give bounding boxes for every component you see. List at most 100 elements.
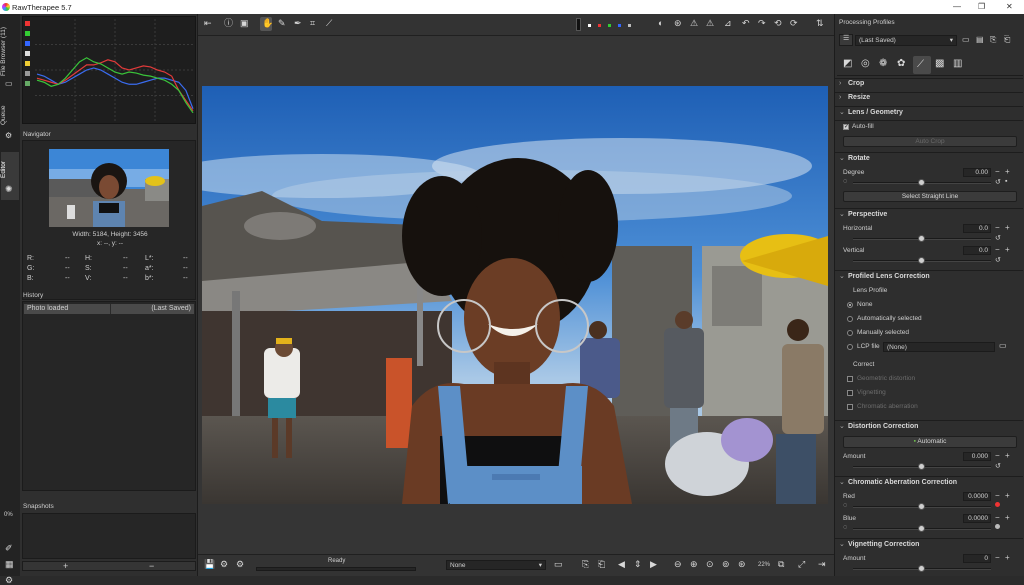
red-channel-toggle[interactable]: [25, 21, 30, 26]
luminance-toggle[interactable]: [25, 51, 30, 56]
plus-icon[interactable]: +: [1005, 245, 1010, 254]
send-to-editor-icon[interactable]: ⚙: [236, 560, 244, 569]
minus-icon[interactable]: −: [995, 513, 1000, 522]
minus-icon[interactable]: −: [995, 491, 1000, 500]
profiled-lens-section-header[interactable]: ⌄ Profiled Lens Correction: [839, 272, 930, 280]
history-entry[interactable]: Photo loaded (Last Saved): [24, 304, 194, 314]
copy-profile-icon[interactable]: ⎘: [990, 36, 996, 44]
preview-blue-icon[interactable]: [618, 24, 621, 27]
minus-icon[interactable]: −: [995, 223, 1000, 232]
settings-icon[interactable]: ⚙: [5, 576, 13, 585]
raw-toggle[interactable]: [25, 71, 30, 76]
minimize-button[interactable]: —: [953, 2, 961, 11]
chromatic-aberration-checkbox[interactable]: [847, 404, 853, 410]
photo-preview[interactable]: [202, 86, 828, 504]
reset-icon[interactable]: ↺: [995, 178, 1001, 186]
lens-profile-auto-radio[interactable]: [847, 316, 853, 322]
vignetting-checkbox[interactable]: [847, 390, 853, 396]
gears-icon[interactable]: ⚙: [5, 132, 12, 140]
select-straight-line-button[interactable]: Select Straight Line: [843, 191, 1017, 202]
distortion-amount-value[interactable]: 0.000: [963, 452, 991, 461]
horizontal-slider-knob[interactable]: [918, 235, 925, 242]
folder-icon[interactable]: ▭: [554, 560, 563, 569]
paste-profile-icon[interactable]: ⎗: [598, 560, 605, 569]
plus-icon[interactable]: +: [1005, 553, 1010, 562]
highlight-warning-icon[interactable]: ⚠: [706, 19, 714, 28]
perspective-section-header[interactable]: ⌄ Perspective: [839, 210, 887, 218]
navigator-thumbnail[interactable]: [49, 149, 169, 227]
remove-snapshot-button[interactable]: −: [149, 562, 154, 571]
green-channel-toggle[interactable]: [25, 31, 30, 36]
vignetting-amount-knob[interactable]: [918, 565, 925, 572]
shadow-clip-icon[interactable]: ⊛: [674, 19, 682, 28]
chroma-toggle[interactable]: [25, 61, 30, 66]
meta-tab-icon[interactable]: ▥: [953, 59, 962, 69]
graph-icon[interactable]: ⊿: [724, 19, 732, 28]
sync-icon[interactable]: ⇕: [634, 560, 642, 569]
copy-profile-icon[interactable]: ⎘: [582, 560, 589, 569]
output-profile-select[interactable]: None ▾: [446, 560, 546, 570]
plus-icon[interactable]: +: [1005, 167, 1010, 176]
ca-red-knob[interactable]: [918, 503, 925, 510]
degree-slider-knob[interactable]: [918, 179, 925, 186]
pick-icon[interactable]: ✐: [5, 544, 13, 553]
hand-tool-button[interactable]: ✋: [260, 17, 273, 31]
next-image-icon[interactable]: ▶: [650, 560, 657, 569]
color-management-icon[interactable]: ◐: [658, 19, 663, 28]
advanced-tab-icon[interactable]: ✿: [897, 59, 905, 69]
preview-red-icon[interactable]: [598, 24, 601, 27]
zoom-crop-icon[interactable]: ⊛: [738, 560, 746, 569]
maximize-button[interactable]: ❐: [978, 2, 985, 11]
auto-fill-checkbox[interactable]: ✓: [843, 124, 849, 130]
flip-icon[interactable]: ⇅: [816, 19, 824, 28]
minus-icon[interactable]: −: [995, 451, 1000, 460]
ca-blue-value[interactable]: 0.0000: [963, 514, 991, 523]
tab-editor[interactable]: Editor: [0, 156, 20, 184]
grid-icon[interactable]: ▦: [5, 560, 14, 569]
new-window-icon[interactable]: ⧉: [778, 560, 784, 569]
open-profile-icon[interactable]: ▭: [962, 36, 970, 44]
paste-profile-icon[interactable]: ⎗: [1004, 36, 1010, 44]
queue-icon[interactable]: ⚙: [220, 560, 228, 569]
warning-icon[interactable]: ⚠: [690, 19, 698, 28]
plus-icon[interactable]: +: [1005, 451, 1010, 460]
rotate-left-icon[interactable]: ⟲: [774, 19, 782, 28]
fullscreen-icon[interactable]: ⤢: [798, 560, 805, 569]
zoom-out-icon[interactable]: ⊖: [674, 560, 682, 569]
hide-left-panel-icon[interactable]: ⇤: [204, 19, 212, 28]
lens-profile-lcp-radio[interactable]: [847, 344, 853, 350]
before-after-icon[interactable]: ▣: [240, 19, 249, 28]
save-profile-icon[interactable]: ▤: [976, 36, 984, 44]
zoom-in-icon[interactable]: ⊕: [690, 560, 698, 569]
minus-icon[interactable]: −: [995, 245, 1000, 254]
resize-section-header[interactable]: › Resize: [839, 94, 870, 101]
automatic-button[interactable]: ▪ Automatic: [843, 436, 1017, 448]
minus-icon[interactable]: −: [995, 167, 1000, 176]
ca-section-header[interactable]: ⌄ Chromatic Aberration Correction: [839, 478, 957, 486]
lens-section-header[interactable]: ⌄ Lens / Geometry: [839, 108, 903, 116]
zoom-fit-icon[interactable]: ⊚: [722, 560, 730, 569]
info-icon[interactable]: ⓘ: [224, 19, 233, 28]
preview-luminance-icon[interactable]: [628, 24, 631, 27]
redo-icon[interactable]: ↷: [758, 19, 766, 28]
crop-section-header[interactable]: › Crop: [839, 80, 864, 87]
folder-icon[interactable]: ▭: [5, 80, 13, 88]
rotate-right-icon[interactable]: ⟳: [790, 19, 798, 28]
reset-icon[interactable]: ↺: [995, 462, 1001, 470]
raw-tab-icon[interactable]: ▩: [935, 59, 944, 69]
vignetting-amount-value[interactable]: 0: [963, 554, 991, 563]
previous-image-icon[interactable]: ◀: [618, 560, 625, 569]
zoom-100-icon[interactable]: ⊙: [706, 560, 714, 569]
plus-icon[interactable]: +: [1005, 513, 1010, 522]
exposure-tab-icon[interactable]: ◩: [843, 59, 852, 69]
image-canvas[interactable]: [198, 36, 834, 554]
bar-toggle[interactable]: [25, 81, 30, 86]
tab-queue[interactable]: Queue: [0, 100, 20, 130]
minus-icon[interactable]: −: [995, 553, 1000, 562]
profile-mode-button[interactable]: ☰: [839, 34, 853, 46]
lens-profile-manual-radio[interactable]: [847, 330, 853, 336]
degree-value[interactable]: 0.00: [963, 168, 991, 177]
blue-channel-toggle[interactable]: [25, 41, 30, 46]
color-picker-icon[interactable]: ✒: [294, 19, 302, 28]
add-snapshot-button[interactable]: +: [63, 562, 68, 571]
